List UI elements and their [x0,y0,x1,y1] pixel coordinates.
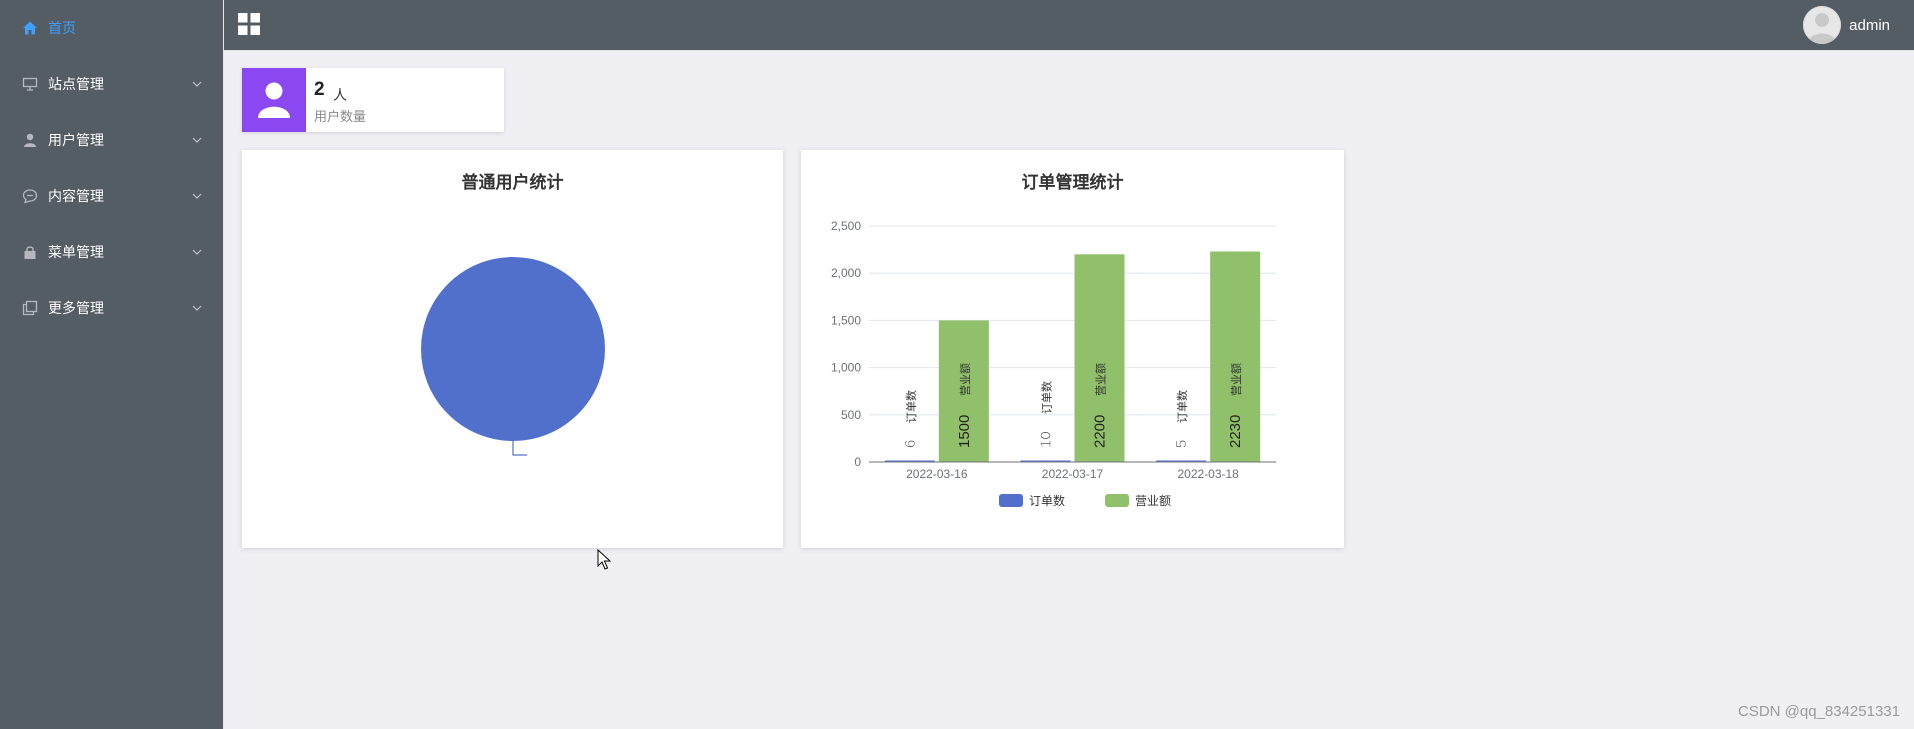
bar-series-label: 订单数 [1041,381,1054,414]
bar-data-label: 5 订单数 [1173,390,1191,448]
bar-value-label: 5 [1173,440,1190,448]
home-icon [22,20,38,36]
x-tick-label: 2022-03-17 [1042,467,1104,481]
sidebar-item-label: 更多管理 [48,300,104,316]
pie-slice[interactable] [421,257,605,441]
sidebar-item-label: 站点管理 [48,76,104,92]
sidebar-item-more[interactable]: 更多管理 [0,280,223,336]
comment-icon [22,188,38,204]
x-tick-label: 2022-03-18 [1177,467,1239,481]
user-count-card: 2 人 用户数量 [242,68,504,132]
sidebar-item-users[interactable]: 用户管理 [0,112,223,168]
user-count-value: 2 [314,79,325,100]
sidebar-item-label: 首页 [48,20,76,36]
top-header: admin [224,0,1914,51]
bar-data-label: 6 订单数 [902,390,920,448]
bar-value-label: 1500 [956,415,973,448]
x-tick-label: 2022-03-16 [906,467,968,481]
avatar[interactable] [1803,6,1842,44]
legend-label[interactable]: 订单数 [1029,493,1065,508]
sidebar: 首页 站点管理 用户管理 内容管理 菜单管理 更多管理 [0,0,224,729]
bar-value-label: 6 [902,440,919,448]
sidebar-item-label: 内容管理 [48,188,104,204]
legend-swatch[interactable] [999,494,1023,507]
bar-series-label: 订单数 [905,390,918,423]
bar-series-label: 营业额 [1094,363,1108,396]
y-tick-label: 2,500 [831,219,861,233]
bar-chart: 0 500 1,000 1,500 2,000 2,500 2022-03-16 6 订单数 15… [831,219,1276,508]
bar-series-label: 订单数 [1176,390,1189,423]
y-tick-label: 2,000 [831,266,861,280]
y-tick-label: 500 [841,408,861,422]
watermark: CSDN @qq_834251331 [1737,703,1900,720]
username[interactable]: admin [1849,17,1890,34]
user-count-unit: 人 [333,87,347,103]
legend-swatch[interactable] [1105,494,1129,507]
bar-value-label: 10 [1038,431,1055,448]
copy-icon [22,300,38,316]
sidebar-item-content[interactable]: 内容管理 [0,168,223,224]
user-menu[interactable]: admin [1803,4,1890,46]
chevron-down-icon [191,190,203,202]
mouse-cursor-icon [597,548,612,571]
user-icon [22,132,38,148]
grid-menu-icon[interactable] [238,13,260,35]
y-tick-label: 1,500 [831,313,861,327]
bar-chart-panel: 订单管理统计 0 500 1,000 1,500 2,000 2,500 2022-03-1… [801,150,1344,548]
monitor-icon [22,76,38,92]
bar-series-label: 营业额 [1229,363,1243,396]
chevron-down-icon [191,78,203,90]
y-tick-label: 0 [854,455,861,469]
sidebar-item-site[interactable]: 站点管理 [0,56,223,112]
sidebar-item-menu[interactable]: 菜单管理 [0,224,223,280]
lock-icon [22,244,38,260]
user-icon [242,68,306,132]
legend-label[interactable]: 营业额 [1135,494,1171,508]
sidebar-item-label: 用户管理 [48,132,104,148]
sidebar-item-label: 菜单管理 [48,244,104,260]
bar-value-label: 2230 [1227,415,1244,448]
pie-chart-panel: 普通用户统计 [242,150,783,548]
user-count-label: 用户数量 [314,109,367,124]
chevron-down-icon [191,302,203,314]
bar-value-label: 2200 [1092,415,1109,448]
pie-chart [421,257,605,456]
chevron-down-icon [191,134,203,146]
bar-series-label: 营业额 [958,363,972,396]
chevron-down-icon [191,246,203,258]
pie-label-line [512,441,527,456]
y-tick-label: 1,000 [831,361,861,375]
sidebar-item-home[interactable]: 首页 [0,0,223,56]
